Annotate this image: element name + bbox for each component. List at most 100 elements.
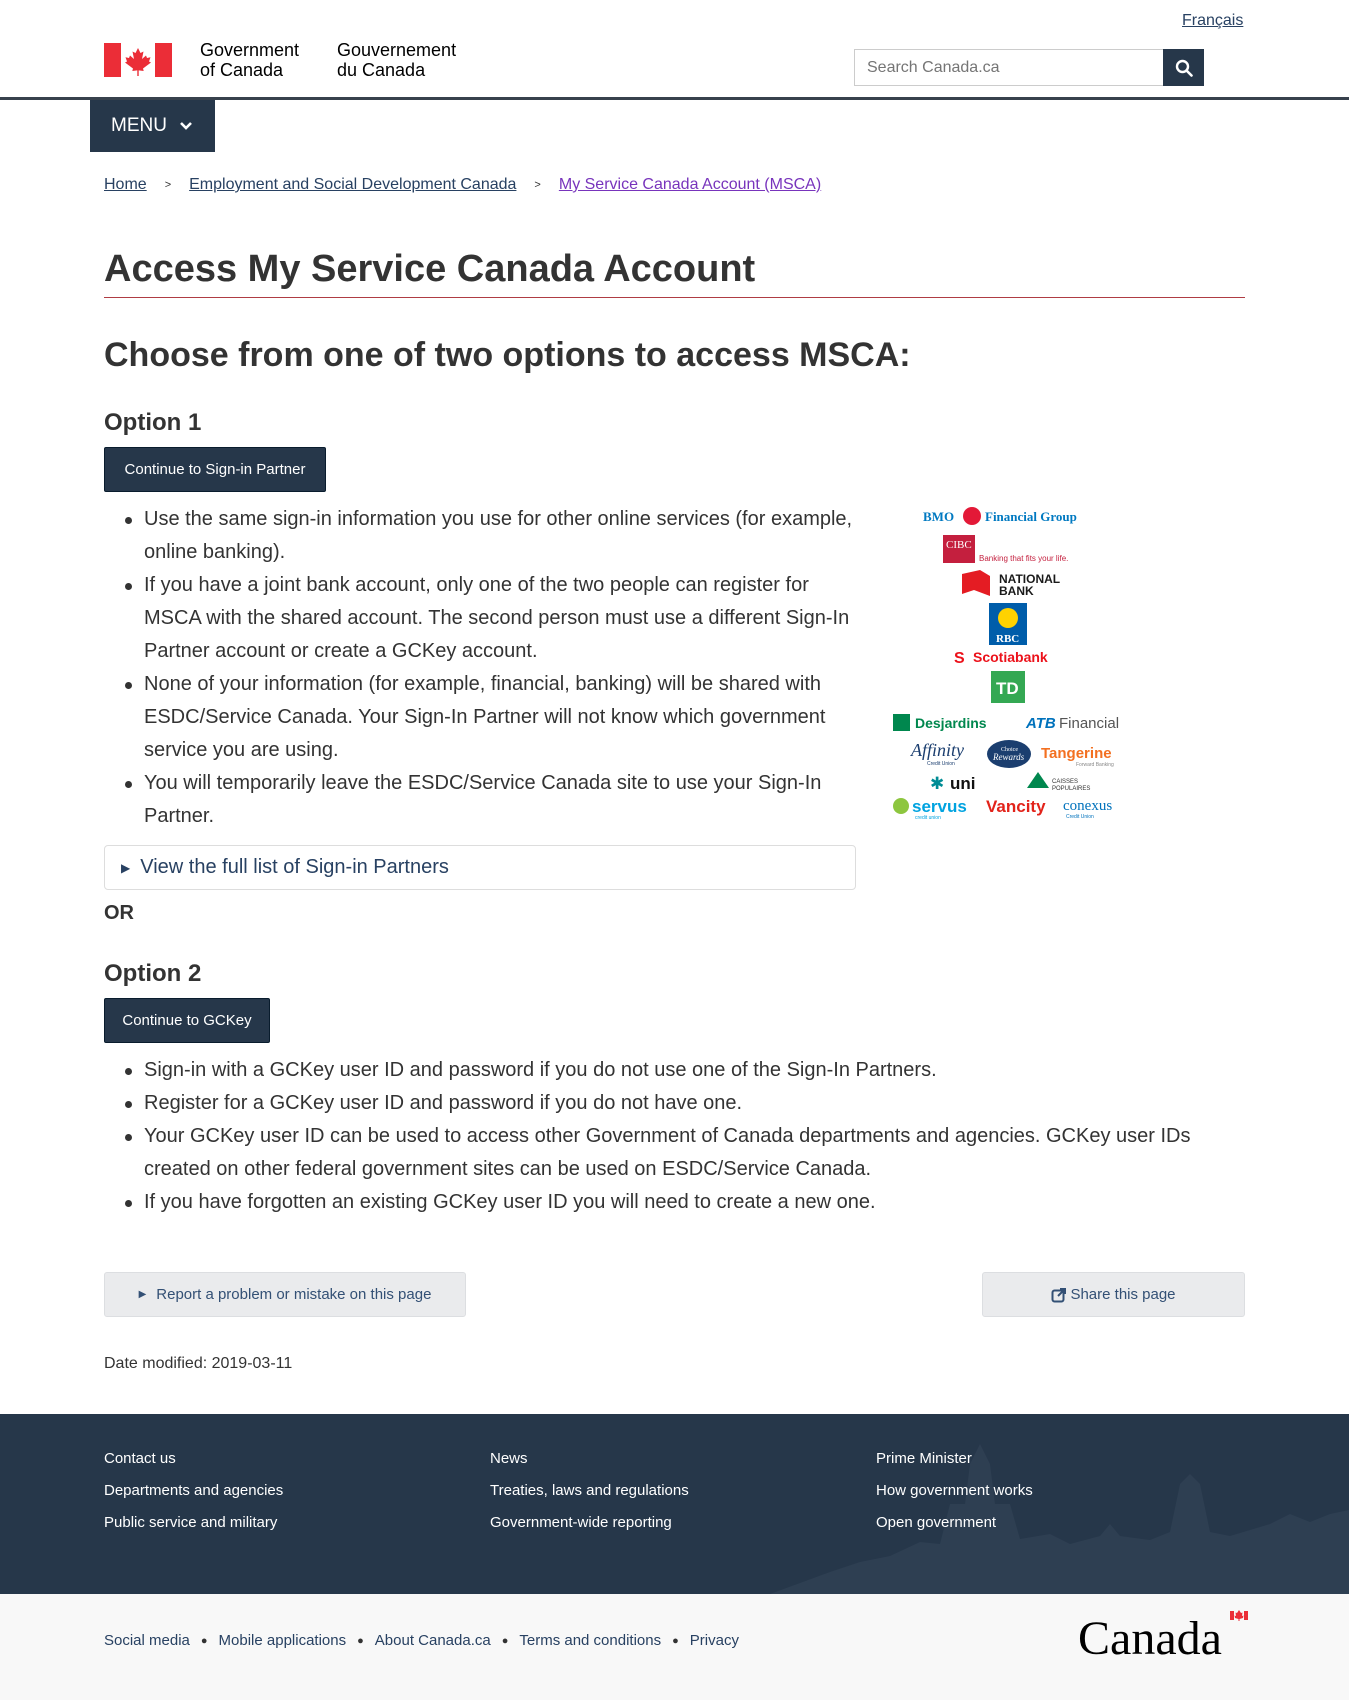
list-item: You will temporarily leave the ESDC/Serv… <box>125 767 864 833</box>
footer-link[interactable]: Open government <box>876 1514 1033 1531</box>
sig-fr-line1: Gouvernement <box>337 40 457 60</box>
report-problem-button[interactable]: ▶ Report a problem or mistake on this pa… <box>104 1272 466 1317</box>
bmo-logo-text: BMO <box>923 509 954 524</box>
report-problem-label: Report a problem or mistake on this page <box>156 1286 432 1303</box>
footer-column-2: News Treaties, laws and regulations Gove… <box>490 1450 689 1546</box>
national-bank-text-2: BANK <box>999 584 1034 598</box>
date-modified: Date modified: 2019-03-11 <box>104 1355 293 1372</box>
bmo-roundel-icon <box>963 507 981 525</box>
scotiabank-s-icon: S <box>954 650 965 667</box>
footer-link[interactable]: Prime Minister <box>876 1450 1033 1467</box>
list-item: Your GCKey user ID can be used to access… <box>125 1120 1244 1186</box>
footer-sub: Social media ● Mobile applications ● Abo… <box>0 1594 1349 1700</box>
caisses-icon <box>1027 772 1049 788</box>
bmo-tagline-text: Financial Group <box>985 509 1077 524</box>
canada-wordmark-icon: Canada <box>1078 1610 1248 1660</box>
vancity-text: Vancity <box>986 797 1046 816</box>
government-signature-en[interactable]: Government of Canada <box>200 40 299 80</box>
footer-bottom-link[interactable]: Social media <box>104 1632 190 1649</box>
footer-bottom-link[interactable]: Mobile applications <box>219 1632 347 1649</box>
conexus-text: conexus <box>1063 798 1112 814</box>
or-separator: OR <box>104 902 134 924</box>
bullet-separator-icon: ● <box>200 1634 208 1647</box>
atb-financial-text: Financial <box>1059 715 1119 732</box>
partners-list-toggle[interactable]: ▶ View the full list of Sign-in Partners <box>104 845 856 890</box>
footer-link[interactable]: News <box>490 1450 689 1467</box>
footer-main: Contact us Departments and agencies Publ… <box>0 1414 1349 1594</box>
bullet-separator-icon: ● <box>501 1634 509 1647</box>
search-input[interactable] <box>855 50 1163 85</box>
footer-link[interactable]: Public service and military <box>104 1514 283 1531</box>
list-item: Sign-in with a GCKey user ID and passwor… <box>125 1054 1244 1087</box>
uni-star-icon: ✱ <box>930 774 944 793</box>
chevron-down-icon <box>180 122 192 130</box>
option2-heading: Option 2 <box>104 960 202 987</box>
breadcrumb-home[interactable]: Home <box>104 176 147 194</box>
share-icon <box>1051 1287 1067 1302</box>
menu-label: MENU <box>111 115 167 136</box>
scotiabank-text: Scotiabank <box>973 649 1048 665</box>
share-page-button[interactable]: Share this page <box>982 1272 1245 1317</box>
servus-icon <box>893 798 909 814</box>
rbc-logo-text: RBC <box>996 633 1019 645</box>
footer-link[interactable]: Treaties, laws and regulations <box>490 1482 689 1499</box>
details-summary-label: View the full list of Sign-in Partners <box>140 856 449 878</box>
canada-flag-icon <box>104 43 172 77</box>
footer-link[interactable]: Departments and agencies <box>104 1482 283 1499</box>
sig-en-line1: Government <box>200 40 300 60</box>
caisses-text-2: POPULAIRES <box>1052 786 1090 792</box>
rewards-text: Rewards <box>992 752 1025 762</box>
gckey-button[interactable]: Continue to GCKey <box>104 998 270 1043</box>
search-icon <box>1175 59 1193 77</box>
sig-fr-line2: du Canada <box>337 60 426 80</box>
bullet-separator-icon: ● <box>357 1634 364 1647</box>
footer-bottom-link[interactable]: About Canada.ca <box>375 1632 491 1649</box>
list-item: Register for a GCKey user ID and passwor… <box>125 1087 1244 1120</box>
servus-sub: credit union <box>915 815 941 821</box>
government-signature-fr[interactable]: Gouvernement du Canada <box>337 40 456 80</box>
list-item: If you have forgotten an existing GCKey … <box>125 1186 1244 1219</box>
tangerine-sub: Forward Banking <box>1076 762 1114 768</box>
share-label: Share this page <box>1070 1286 1176 1303</box>
cibc-logo-text: CIBC <box>946 539 972 551</box>
search-button[interactable] <box>1163 49 1204 86</box>
menu-button[interactable]: MENU <box>90 100 215 152</box>
affinity-sub: Credit Union <box>927 761 955 767</box>
footer-bottom-links: Social media ● Mobile applications ● Abo… <box>104 1632 739 1649</box>
breadcrumb-separator-icon: > <box>164 179 172 191</box>
footer-bottom-link[interactable]: Privacy <box>690 1632 739 1649</box>
footer-link[interactable]: Contact us <box>104 1450 283 1467</box>
bullet-separator-icon: ● <box>672 1634 679 1647</box>
list-item: None of your information (for example, f… <box>125 668 864 767</box>
option2-list: Sign-in with a GCKey user ID and passwor… <box>125 1054 1244 1219</box>
caisses-text: CAISSES <box>1052 779 1078 785</box>
tangerine-text: Tangerine <box>1041 745 1112 762</box>
triangle-right-icon: ▶ <box>138 1289 147 1300</box>
breadcrumb: Home > Employment and Social Development… <box>104 176 821 194</box>
breadcrumb-msca[interactable]: My Service Canada Account (MSCA) <box>559 176 821 194</box>
footer-column-3: Prime Minister How government works Open… <box>876 1450 1033 1546</box>
cibc-tagline: Banking that fits your life. <box>979 554 1068 563</box>
servus-text: servus <box>912 797 967 816</box>
desjardins-icon <box>893 714 910 731</box>
td-logo-text: TD <box>996 679 1019 698</box>
language-toggle-link[interactable]: Français <box>1182 12 1243 30</box>
list-item: Use the same sign-in information you use… <box>125 503 864 569</box>
section-title: Choose from one of two options to access… <box>104 336 911 374</box>
search-form <box>854 49 1204 86</box>
desjardins-text: Desjardins <box>915 715 987 731</box>
footer-link[interactable]: How government works <box>876 1482 1033 1499</box>
national-bank-icon <box>962 570 990 596</box>
parliament-silhouette-icon <box>770 1444 1349 1594</box>
atb-text: ATB <box>1025 715 1056 732</box>
breadcrumb-esdc[interactable]: Employment and Social Development Canada <box>189 176 516 194</box>
sign-in-partner-button[interactable]: Continue to Sign-in Partner <box>104 447 326 492</box>
title-underline <box>104 297 1245 298</box>
sign-in-partner-logos: BMO Financial Group CIBC Banking that fi… <box>893 507 1119 821</box>
affinity-text: Affinity <box>910 740 964 760</box>
triangle-right-icon: ▶ <box>121 860 131 875</box>
footer-bottom-link[interactable]: Terms and conditions <box>519 1632 661 1649</box>
sig-en-line2: of Canada <box>200 60 284 80</box>
footer-link[interactable]: Government-wide reporting <box>490 1514 689 1531</box>
breadcrumb-separator-icon: > <box>534 179 541 191</box>
